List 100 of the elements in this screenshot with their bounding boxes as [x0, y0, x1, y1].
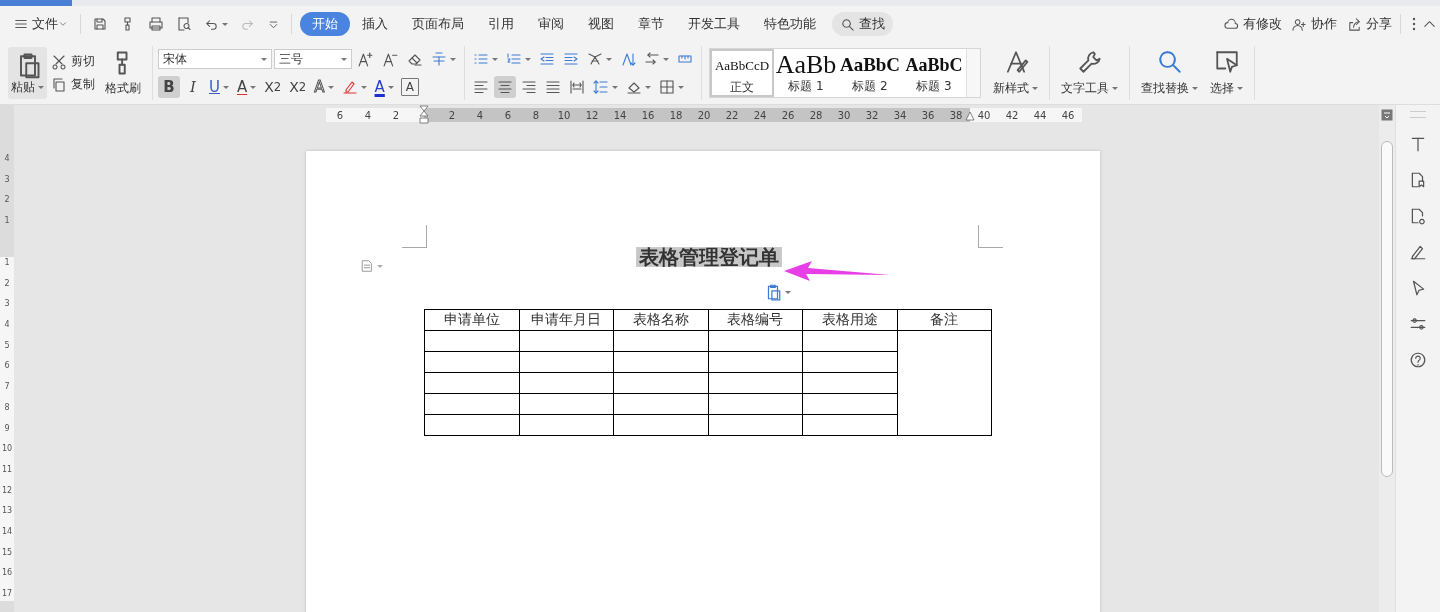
ruler-number: 7 — [4, 381, 10, 394]
ribbon-tab[interactable]: 特色功能 — [752, 12, 828, 36]
help-icon — [1409, 351, 1427, 369]
ribbon-tab[interactable]: 插入 — [350, 12, 400, 36]
text-tools-button[interactable]: 文字工具 — [1055, 47, 1124, 99]
style-preset[interactable]: AaBbCcD 正文 — [710, 49, 774, 97]
search-icon — [1156, 49, 1183, 75]
align-lines-icon — [545, 79, 561, 95]
drag-handle[interactable] — [1410, 111, 1426, 118]
ruler-number: 3 — [4, 173, 10, 186]
style-preset[interactable]: AaBbC 标题 3 — [902, 49, 966, 97]
page-icon — [360, 259, 374, 273]
grid-icon — [659, 79, 675, 95]
format-button[interactable]: U — [206, 76, 232, 98]
ruler-number: 2 — [391, 109, 401, 121]
ruler-number: 18 — [668, 109, 684, 121]
pen-icon — [1409, 243, 1427, 261]
style-preset[interactable]: AaBbC 标题 2 — [838, 49, 902, 97]
align-lines-icon — [569, 79, 585, 95]
table-header-cell: 表格名称 — [613, 309, 708, 331]
format-button[interactable]: I — [182, 76, 204, 98]
new-style-button[interactable]: 新样式 — [987, 47, 1044, 99]
line-spacing-icon — [593, 79, 609, 95]
ruler-number: 1 — [4, 215, 10, 228]
table-header-cell: 申请年月日 — [519, 309, 614, 331]
ruler-number: 6 — [4, 360, 10, 373]
ribbon-tab[interactable]: 章节 — [626, 12, 676, 36]
find-replace-button[interactable]: 查找替换 — [1135, 47, 1204, 99]
table-header-cell: 申请单位 — [424, 309, 519, 331]
scrollbar-thumb[interactable] — [1381, 141, 1393, 477]
ruler-number: 4 — [475, 109, 485, 121]
text-icon — [1409, 135, 1427, 153]
ribbon-tab[interactable]: 开发工具 — [676, 12, 752, 36]
align-lines-icon — [521, 79, 537, 95]
format-button[interactable]: B — [158, 76, 180, 98]
layout-icon — [587, 51, 603, 67]
style-preset[interactable]: AaBb 标题 1 — [774, 49, 838, 97]
ruler-number: 13 — [1, 505, 13, 518]
ruler-number: 2 — [4, 277, 10, 290]
ruler-number: 4 — [4, 319, 10, 332]
ruler-number: 14 — [612, 109, 628, 121]
align-button[interactable] — [494, 76, 516, 98]
format-painter-button[interactable]: 格式刷 — [99, 47, 147, 99]
ruler-number: 10 — [556, 109, 572, 121]
sliders-icon — [1409, 315, 1427, 333]
ruler-number: 32 — [864, 109, 880, 121]
margin-corner-mark — [402, 225, 427, 248]
ruler-number: 22 — [724, 109, 740, 121]
search-button[interactable]: 查找 — [832, 12, 893, 36]
format-button[interactable]: A — [234, 76, 260, 98]
collab-button[interactable]: 协作 — [1292, 15, 1337, 33]
ribbon-tab[interactable]: 视图 — [576, 12, 626, 36]
file-menu[interactable]: 文件 — [14, 15, 72, 33]
table-header-cell: 表格用途 — [802, 309, 897, 331]
ribbon-tab[interactable]: 审阅 — [526, 12, 576, 36]
select-button[interactable]: 选择 — [1204, 47, 1249, 99]
copy-button[interactable]: 复制 — [51, 76, 95, 93]
outdent-icon — [539, 51, 555, 67]
ruler-number: 2 — [447, 109, 457, 121]
cut-button[interactable]: 剪切 — [51, 53, 95, 70]
ruler-number: 5 — [4, 339, 10, 352]
margin-corner-mark — [978, 225, 1003, 248]
format-button[interactable]: A — [398, 76, 421, 98]
gallery-scrollbar[interactable] — [966, 49, 980, 97]
select-cursor-icon — [1213, 49, 1240, 75]
help-button[interactable] — [1408, 350, 1428, 370]
ruler-number: 9 — [4, 422, 10, 435]
ruler-number: 1 — [4, 257, 10, 269]
highlighter-icon — [341, 79, 358, 95]
scissors-icon — [51, 53, 67, 70]
ribbon-tab[interactable]: 引用 — [476, 12, 526, 36]
ruler-number: 16 — [640, 109, 656, 121]
ruler-number: 26 — [780, 109, 796, 121]
ruler-number: 17 — [1, 588, 13, 600]
indent-icon — [563, 51, 579, 67]
wrench-icon — [1076, 49, 1103, 75]
cloud-button[interactable]: 有修改 — [1224, 15, 1282, 33]
ruler-number: 4 — [363, 109, 373, 121]
ruler-number: 28 — [808, 109, 824, 121]
ruler-number: 14 — [1, 525, 13, 538]
font-select[interactable]: 宋体 — [158, 49, 272, 69]
ruler-toggle-icon[interactable] — [1381, 109, 1393, 121]
ruler-number: 12 — [584, 109, 600, 121]
align-lines-icon — [497, 79, 513, 95]
chevron-down-icon — [58, 19, 68, 29]
format-button[interactable]: A — [371, 76, 397, 98]
line-break-icon — [644, 51, 660, 67]
ruler-number: 12 — [1, 484, 13, 497]
ruler-number: 15 — [1, 546, 13, 559]
person-plus-icon — [1292, 16, 1307, 32]
ruler-number: 40 — [976, 109, 992, 121]
paste-button[interactable]: 粘贴 — [8, 47, 47, 99]
ruler-number: 6 — [503, 109, 513, 121]
ribbon-tab[interactable]: 开始 — [300, 12, 350, 36]
share-button[interactable]: 分享 — [1347, 15, 1392, 33]
ruler-number: 8 — [4, 401, 10, 414]
font-size-select[interactable]: 三号 — [274, 49, 352, 69]
ruler-number: 36 — [920, 109, 936, 121]
ribbon-tab[interactable]: 页面布局 — [400, 12, 476, 36]
page-bookmark-icon — [1409, 171, 1427, 189]
